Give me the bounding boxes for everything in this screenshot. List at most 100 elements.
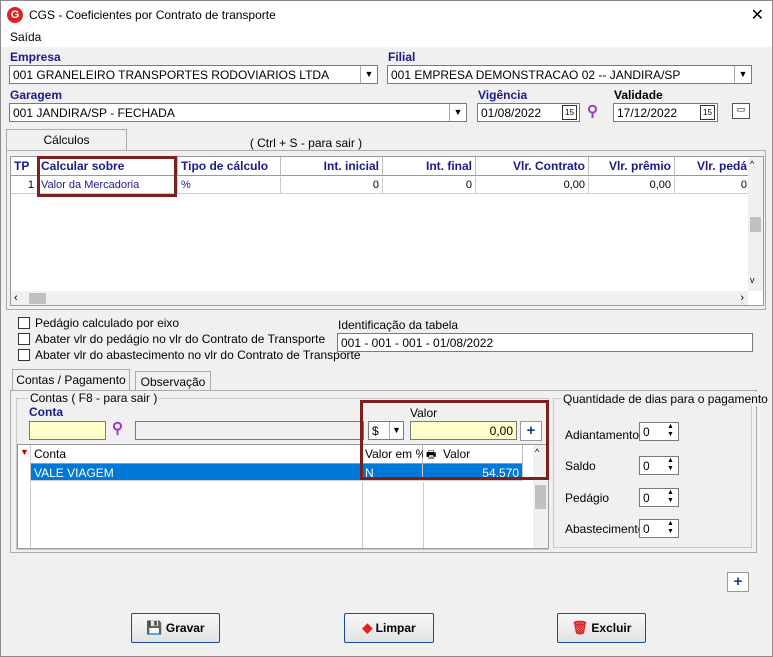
col-header-tipo-calculo[interactable]: Tipo de cálculo — [178, 157, 281, 176]
scroll-left-icon[interactable]: ‹ — [14, 292, 18, 304]
validade-date-input[interactable]: 17/12/2022 15 — [613, 103, 718, 122]
app-logo-icon: G — [7, 7, 23, 23]
garagem-value: 001 JANDIRA/SP - FECHADA — [13, 106, 175, 120]
tab-calculos[interactable]: Cálculos — [6, 129, 127, 151]
horizontal-scrollbar[interactable]: ‹ › — [11, 291, 748, 305]
adiantamento-label: Adiantamento — [565, 428, 640, 442]
col-divider — [423, 482, 424, 548]
abater-pedagio-checkbox[interactable] — [18, 333, 30, 345]
sort-down-icon: ▼ — [20, 447, 29, 457]
cell-vlr-premio[interactable]: 0,00 — [589, 177, 675, 194]
window-title: CGS - Coeficientes por Contrato de trans… — [29, 8, 276, 22]
cell-vlr-contrato[interactable]: 0,00 — [476, 177, 589, 194]
scroll-thumb[interactable] — [29, 293, 46, 304]
excluir-button[interactable]: 🗑 Excluir — [557, 613, 646, 643]
scroll-down-icon[interactable]: v — [750, 275, 755, 285]
identificacao-input[interactable]: 001 - 001 - 001 - 01/08/2022 — [337, 333, 753, 352]
validade-value: 17/12/2022 — [617, 106, 678, 120]
abater-abastecimento-checkbox[interactable] — [18, 349, 30, 361]
adiantamento-spinner[interactable]: 0 ▲ ▼ — [639, 422, 679, 441]
identificacao-label: Identificação da tabela — [338, 318, 459, 332]
filial-select[interactable]: 001 EMPRESA DEMONSTRACAO 02 -- JANDIRA/S… — [387, 65, 752, 84]
limpar-button[interactable]: ◆ Limpar — [344, 613, 434, 643]
pedagio-spinner[interactable]: 0 ▲ ▼ — [639, 488, 679, 507]
col-header-vlr-pedagio[interactable]: Vlr. pedá — [675, 157, 751, 176]
eraser-icon: ◆ — [362, 620, 373, 635]
tab-observacao[interactable]: Observação — [135, 371, 211, 391]
spinner-arrows-icon[interactable]: ▲ ▼ — [664, 520, 677, 537]
limpar-label: Limpar — [375, 621, 416, 635]
row-indicator-column: ▼ — [18, 445, 31, 548]
preview-icon[interactable]: ▭ — [732, 103, 750, 119]
vertical-scrollbar[interactable]: ^ v — [748, 157, 763, 291]
abater-abastecimento-label: Abater vlr do abastecimento no vlr do Co… — [35, 348, 361, 362]
chevron-down-icon[interactable]: ▼ — [360, 66, 377, 83]
chevron-down-icon[interactable]: ▼ — [449, 104, 466, 121]
conta-label: Conta — [29, 405, 63, 419]
vigencia-date-input[interactable]: 01/08/2022 15 — [477, 103, 580, 122]
pedagio-label: Pedágio — [565, 491, 610, 505]
menu-bar: Saída — [1, 29, 772, 47]
cell-tp[interactable]: 1 — [11, 177, 38, 194]
saldo-value: 0 — [643, 459, 650, 473]
adiantamento-value: 0 — [643, 425, 650, 439]
search-icon[interactable]: ⚲ — [587, 102, 598, 120]
col-header-int-inicial[interactable]: Int. inicial — [281, 157, 383, 176]
validade-label: Validade — [614, 88, 663, 102]
search-icon[interactable]: ⚲ — [112, 419, 123, 437]
scroll-up-icon[interactable]: ^ — [750, 159, 754, 169]
pedagio-value: 0 — [643, 491, 650, 505]
abastecimento-label: Abastecimento — [565, 522, 645, 536]
add-button[interactable]: + — [727, 572, 749, 592]
cell-tipo-calculo[interactable]: % — [178, 177, 281, 194]
highlight-box — [37, 156, 177, 197]
excluir-label: Excluir — [591, 621, 632, 635]
spinner-arrows-icon[interactable]: ▲ ▼ — [664, 489, 677, 506]
spinner-arrows-icon[interactable]: ▲ ▼ — [664, 423, 677, 440]
vigencia-value: 01/08/2022 — [481, 106, 542, 120]
cell-vlr-pedagio[interactable]: 0 — [675, 177, 751, 194]
scroll-thumb[interactable] — [750, 217, 761, 232]
abastecimento-spinner[interactable]: 0 ▲ ▼ — [639, 519, 679, 538]
abastecimento-value: 0 — [643, 522, 650, 536]
spinner-arrows-icon[interactable]: ▲ ▼ — [664, 457, 677, 474]
saldo-label: Saldo — [565, 459, 596, 473]
contas-group-title: Contas ( F8 - para sair ) — [28, 391, 160, 405]
col-header-conta[interactable]: Conta — [31, 445, 362, 464]
conta-code-input[interactable] — [29, 421, 106, 440]
trash-icon: 🗑 — [571, 620, 589, 635]
menu-saida[interactable]: Saída — [10, 30, 41, 44]
col-header-int-final[interactable]: Int. final — [383, 157, 476, 176]
main-window: G CGS - Coeficientes por Contrato de tra… — [0, 0, 773, 657]
scroll-thumb[interactable] — [535, 485, 546, 509]
filial-label: Filial — [388, 50, 416, 64]
save-disk-icon: 💾 — [146, 620, 163, 635]
scroll-right-icon[interactable]: › — [740, 292, 744, 304]
dias-group-title: Quantidade de dias para o pagamento — [561, 392, 770, 406]
title-bar: G CGS - Coeficientes por Contrato de tra… — [1, 1, 772, 29]
cell-conta[interactable]: VALE VIAGEM — [31, 464, 362, 481]
conta-name-input — [135, 421, 364, 440]
garagem-label: Garagem — [10, 88, 63, 102]
abater-pedagio-label: Abater vlr do pedágio no vlr do Contrato… — [35, 332, 326, 346]
cell-int-final[interactable]: 0 — [383, 177, 476, 194]
calendar-icon[interactable]: 15 — [562, 105, 577, 120]
cell-int-inicial[interactable]: 0 — [281, 177, 383, 194]
pedagio-eixo-checkbox[interactable] — [18, 317, 30, 329]
chevron-down-icon[interactable]: ▼ — [734, 66, 751, 83]
saldo-spinner[interactable]: 0 ▲ ▼ — [639, 456, 679, 475]
highlight-box — [360, 400, 549, 480]
tab-contas-pagamento[interactable]: Contas / Pagamento — [12, 369, 130, 391]
empresa-select[interactable]: 001 GRANELEIRO TRANSPORTES RODOVIARIOS L… — [9, 65, 378, 84]
pedagio-eixo-label: Pedágio calculado por eixo — [35, 316, 180, 330]
col-header-vlr-premio[interactable]: Vlr. prêmio — [589, 157, 675, 176]
garagem-select[interactable]: 001 JANDIRA/SP - FECHADA ▼ — [9, 103, 467, 122]
col-header-tp[interactable]: TP — [11, 157, 38, 176]
col-header-vlr-contrato[interactable]: Vlr. Contrato — [476, 157, 589, 176]
identificacao-value: 001 - 001 - 001 - 01/08/2022 — [341, 336, 494, 350]
vigencia-label: Vigência — [478, 88, 528, 102]
empresa-label: Empresa — [10, 50, 61, 64]
close-icon[interactable]: ✕ — [751, 5, 764, 25]
calendar-icon[interactable]: 15 — [700, 105, 715, 120]
gravar-button[interactable]: 💾 Gravar — [131, 613, 220, 643]
